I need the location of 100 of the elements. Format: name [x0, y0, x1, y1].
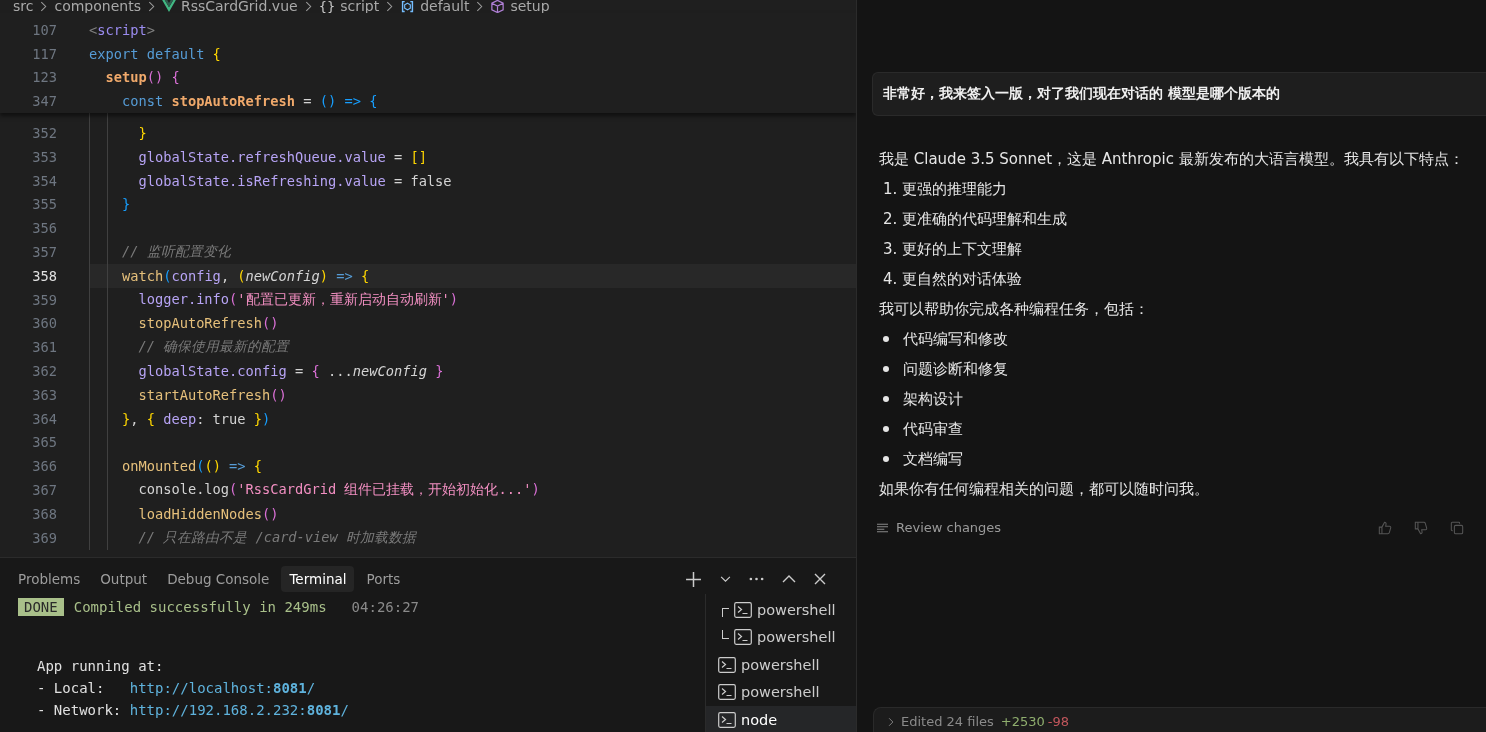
line-number: 123	[31, 69, 57, 86]
list-item: 代码审查	[903, 419, 963, 439]
code-line: globalState.isRefreshing.value = false	[137, 172, 452, 189]
bullet-icon	[883, 426, 889, 432]
plus-icon[interactable]	[685, 570, 702, 588]
split-bracket	[722, 629, 729, 639]
breadcrumb-item[interactable]: RssCardGrid.vue	[180, 0, 298, 14]
line-number: 366	[31, 458, 57, 475]
code-line: }	[137, 125, 147, 142]
line-number: 356	[31, 220, 57, 237]
list-item: 架构设计	[903, 389, 963, 409]
line-number: 360	[31, 315, 57, 332]
bullet-icon	[883, 336, 889, 342]
code-line: // 确保使用最新的配置	[137, 338, 290, 357]
url-link[interactable]: http://192.168.2.232:8081/	[129, 702, 349, 724]
chevron-down-icon[interactable]	[720, 575, 731, 583]
code-line: console.log('RssCardGrid 组件已挂载，开始初始化...')	[137, 481, 540, 500]
panel-tab[interactable]: Problems	[10, 566, 89, 592]
terminal-name: node	[741, 711, 778, 728]
chevron-right-icon	[304, 0, 312, 12]
copy-icon[interactable]	[1450, 520, 1464, 535]
removed-count: -98	[1047, 714, 1070, 729]
edited-files-bar[interactable]: Edited 24 files +2530 -98	[873, 707, 1486, 732]
thumbs-down-icon[interactable]	[1414, 520, 1428, 535]
braces-icon: {}	[318, 0, 336, 14]
response-paragraph: 我可以帮助你完成各种编程任务，包括：	[879, 299, 1150, 320]
list-item: 更自然的对话体验	[902, 269, 1022, 289]
user-message: 非常好，我来签入一版，对了我们现在对话的 模型是哪个版本的	[872, 72, 1486, 116]
code-line: globalState.refreshQueue.value = []	[137, 148, 427, 165]
bullet-icon	[883, 456, 889, 462]
terminal-icon	[734, 601, 752, 618]
line-number: 365	[31, 434, 57, 451]
panel-tab[interactable]: Ports	[358, 566, 409, 592]
breadcrumb-item[interactable]: default	[420, 0, 470, 14]
bullet-icon	[883, 396, 889, 402]
terminal-text: Compiled successfully in 249ms	[73, 599, 327, 615]
line-number: 363	[31, 386, 57, 403]
chevron-right-icon	[476, 0, 484, 12]
line-number: 353	[31, 148, 57, 165]
line-number: 355	[31, 196, 57, 213]
code-line: }, { deep: true })	[120, 410, 271, 427]
line-number: 368	[31, 505, 57, 522]
code-line: logger.info('配置已更新，重新启动自动刷新')	[137, 290, 459, 309]
chevron-right-icon	[40, 0, 48, 12]
code-line: loadHiddenNodes()	[137, 505, 279, 522]
panel-tab[interactable]: Debug Console	[159, 566, 278, 592]
list-number: 4.	[882, 270, 899, 288]
code-line: }	[120, 196, 131, 213]
code-line: globalState.config = { ...newConfig }	[137, 363, 444, 380]
terminal-icon	[718, 711, 736, 728]
review-changes-link[interactable]: Review changes	[896, 520, 1002, 535]
list-item: 代码编写和修改	[903, 329, 1008, 349]
code-line: // 监听配置变化	[120, 243, 231, 262]
breadcrumb-item[interactable]: setup	[510, 0, 550, 14]
line-number: 364	[31, 410, 57, 427]
terminal-name[interactable]: powershell	[757, 629, 836, 646]
panel-tab[interactable]: Output	[92, 566, 156, 592]
code-line: const stopAutoRefresh = () => {	[120, 93, 378, 110]
response-paragraph: 如果你有任何编程相关的问题，都可以随时问我。	[879, 479, 1210, 500]
close-icon[interactable]	[814, 573, 826, 585]
terminal-name[interactable]: powershell	[757, 601, 836, 618]
code-line: export default {	[89, 45, 221, 62]
line-number: 357	[31, 244, 57, 261]
panel-tab[interactable]: Terminal	[281, 566, 355, 592]
code-line: // 只在路由不是 /card-view 时加载数据	[137, 528, 417, 547]
chevron-right-icon	[386, 0, 394, 12]
split-bracket	[722, 608, 729, 618]
code-line: <script>	[89, 21, 155, 38]
edits-summary: Edited 24 files	[901, 714, 994, 729]
code-line: setup() {	[104, 69, 180, 86]
list-item: 更强的推理能力	[902, 179, 1007, 199]
breadcrumb-item[interactable]: components	[54, 0, 141, 14]
list-icon	[877, 522, 888, 533]
line-number: 354	[31, 172, 57, 189]
chevron-right-icon	[147, 0, 155, 12]
terminal-text: 04:26:27	[351, 599, 420, 615]
thumbs-up-icon[interactable]	[1378, 520, 1392, 535]
code-line: startAutoRefresh()	[137, 386, 287, 403]
terminal-list-item[interactable]: node	[706, 706, 856, 732]
terminal-text: App running at:	[37, 658, 164, 676]
terminal-text: - Local:	[37, 680, 106, 698]
breadcrumb-item[interactable]: src	[13, 0, 34, 14]
line-number: 359	[31, 291, 57, 308]
code-line: watch(config, (newConfig) => {	[120, 267, 370, 284]
breadcrumb-item[interactable]: script	[340, 0, 380, 14]
status-badge: DONE	[18, 598, 64, 616]
list-item: 文档编写	[903, 449, 963, 469]
terminal-name[interactable]: powershell	[741, 656, 820, 673]
list-item: 更准确的代码理解和生成	[902, 209, 1067, 229]
url-link[interactable]: http://localhost:8081/	[129, 680, 316, 702]
list-number: 2.	[882, 210, 899, 228]
added-count: +2530	[1000, 714, 1045, 729]
line-number: 362	[31, 363, 57, 380]
chevron-up-icon[interactable]	[782, 575, 796, 583]
line-number: 107	[31, 21, 57, 38]
list-item: 问题诊断和修复	[903, 359, 1008, 379]
terminal-name[interactable]: powershell	[741, 684, 820, 701]
more-icon[interactable]	[749, 577, 764, 581]
bullet-icon	[883, 366, 889, 372]
line-number: 361	[31, 339, 57, 356]
